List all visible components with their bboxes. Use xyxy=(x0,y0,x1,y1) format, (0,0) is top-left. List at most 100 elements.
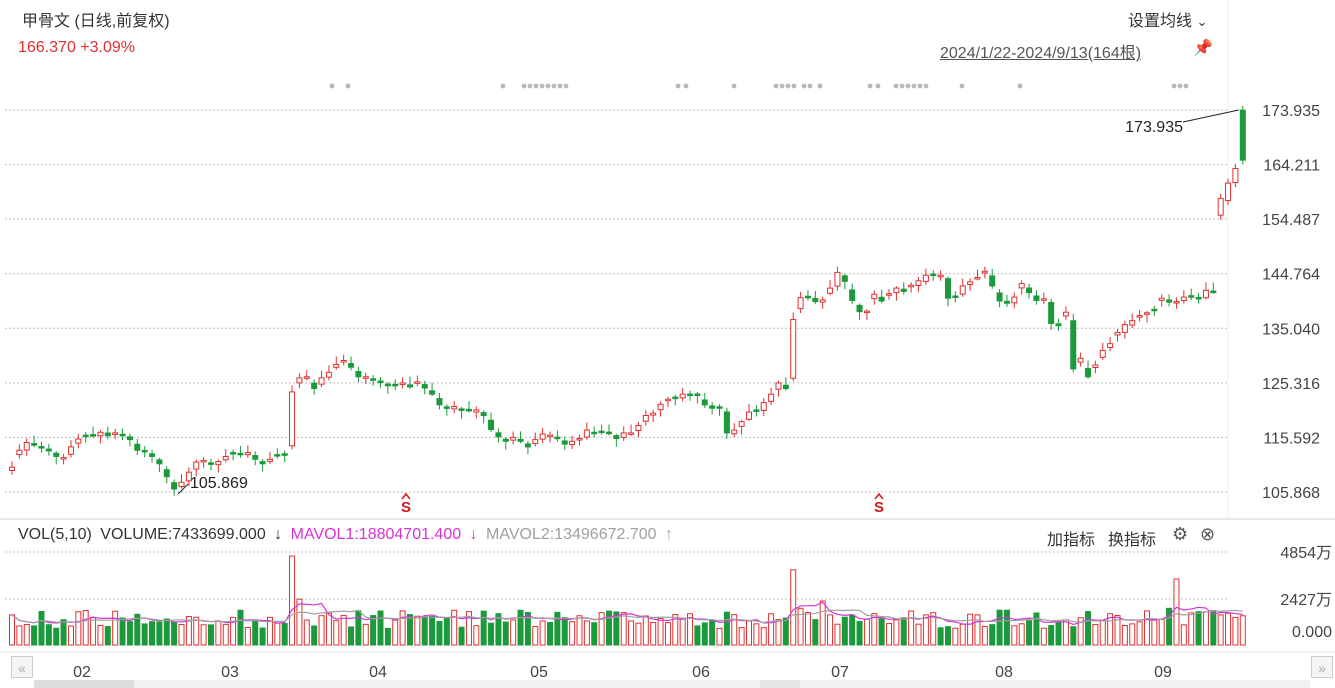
volume-bar xyxy=(679,617,686,646)
close-icon[interactable]: ⊗ xyxy=(1200,524,1215,545)
volume-bar xyxy=(23,624,30,646)
volume-bar xyxy=(782,617,789,646)
volume-bar xyxy=(510,619,517,646)
signal-marker: S xyxy=(401,499,411,516)
volume-bar xyxy=(598,612,605,646)
candle-body xyxy=(325,371,332,378)
x-tick-label: 07 xyxy=(831,664,849,681)
candle-body xyxy=(849,289,856,301)
candle-body xyxy=(561,440,568,445)
candle-body xyxy=(1180,296,1187,301)
volume-bar xyxy=(996,609,1003,646)
volume-bar xyxy=(1217,614,1224,646)
add-indicator-button[interactable]: 加指标 xyxy=(1047,526,1095,550)
candle-body xyxy=(959,285,966,295)
candle-body xyxy=(1166,299,1173,303)
candle-body xyxy=(200,459,207,463)
candle-body xyxy=(569,440,576,446)
scroll-left-button[interactable]: « xyxy=(11,656,33,678)
event-marker-icon xyxy=(899,83,905,89)
event-marker-icon xyxy=(779,83,785,89)
candle-body xyxy=(9,466,15,471)
event-marker-icon xyxy=(1183,83,1189,89)
volume-bar xyxy=(908,610,915,646)
event-marker-icon xyxy=(345,83,351,89)
candle-body xyxy=(134,443,141,451)
volume-bar xyxy=(1026,620,1033,646)
candle-body xyxy=(465,408,472,412)
candle-body xyxy=(716,406,723,409)
volume-bar xyxy=(694,625,701,646)
candle-body xyxy=(75,438,82,444)
candle-body xyxy=(1158,297,1165,301)
event-marker-icon xyxy=(1171,83,1177,89)
mavol2-arrow-icon: ↑ xyxy=(664,526,673,543)
volume-bar xyxy=(1055,621,1062,646)
gear-icon[interactable]: ⚙ xyxy=(1172,524,1188,545)
volume-bar xyxy=(60,619,67,646)
candle-body xyxy=(635,425,642,431)
volume-bar xyxy=(944,626,951,646)
candle-body xyxy=(1018,283,1025,289)
ma-settings-button[interactable]: 设置均线 ⌄ xyxy=(1128,7,1207,31)
event-marker-icon xyxy=(785,83,791,89)
candle-body xyxy=(274,454,281,457)
candle-body xyxy=(886,293,893,296)
candle-body xyxy=(311,382,318,390)
ma-settings-label: 设置均线 xyxy=(1128,13,1193,30)
volume-bar xyxy=(82,610,89,646)
date-range[interactable]: 2024/1/22-2024/9/13(164根) xyxy=(940,39,1141,63)
candle-body xyxy=(281,453,288,456)
scroll-right-button[interactable]: » xyxy=(1311,656,1333,678)
candle-body xyxy=(908,284,915,288)
candle-body xyxy=(768,393,775,402)
volume-bar xyxy=(281,622,288,646)
event-marker-icon xyxy=(500,83,506,89)
price-tick-label: 125.316 xyxy=(1262,376,1320,393)
volume-bar xyxy=(318,615,325,646)
volume-bar xyxy=(989,624,996,646)
volume-bar xyxy=(576,615,583,646)
volume-bar xyxy=(790,569,797,646)
candle-body xyxy=(1070,320,1077,370)
scrollbar-track[interactable] xyxy=(34,680,1310,688)
candle-body xyxy=(532,439,539,445)
candle-body xyxy=(149,453,156,457)
mavol2-line xyxy=(11,609,1243,624)
candle-body xyxy=(900,288,907,292)
volume-bar xyxy=(554,611,561,646)
candle-body xyxy=(171,482,178,490)
volume-bar xyxy=(1092,623,1099,646)
volume-bar xyxy=(642,615,649,646)
candle-body xyxy=(664,398,671,402)
candle-body xyxy=(893,287,900,294)
candle-body xyxy=(458,408,465,411)
volume-bar xyxy=(1195,611,1202,646)
volume-bar xyxy=(45,624,52,646)
candle-body xyxy=(709,405,716,409)
candle-body xyxy=(266,458,273,462)
volume-bar xyxy=(547,622,554,646)
volume-bar xyxy=(532,625,539,646)
volume-bar xyxy=(827,614,834,646)
candle-body xyxy=(104,432,111,437)
candle-body xyxy=(259,461,266,465)
candle-body xyxy=(642,414,649,422)
event-marker-icon xyxy=(917,83,923,89)
stock-chart[interactable]: 173.935 164.211 154.487 144.764 135.040 125.3… xyxy=(0,0,1335,688)
candle-body xyxy=(952,295,959,298)
candle-body xyxy=(989,275,996,287)
candle-body xyxy=(1085,368,1092,378)
volume-bar xyxy=(38,610,45,646)
volume-bar xyxy=(1158,619,1165,646)
current-price: 166.370 xyxy=(18,39,76,56)
event-marker-icon xyxy=(675,83,681,89)
event-marker-icon xyxy=(1177,83,1183,89)
volume-bar xyxy=(480,610,487,646)
pin-icon[interactable]: 📌 xyxy=(1193,38,1213,58)
volume-bar xyxy=(1143,610,1150,646)
x-tick-label: 08 xyxy=(995,664,1013,681)
volume-bar xyxy=(355,610,362,646)
switch-indicator-button[interactable]: 换指标 xyxy=(1108,526,1156,550)
scrollbar-thumb[interactable] xyxy=(34,680,134,688)
